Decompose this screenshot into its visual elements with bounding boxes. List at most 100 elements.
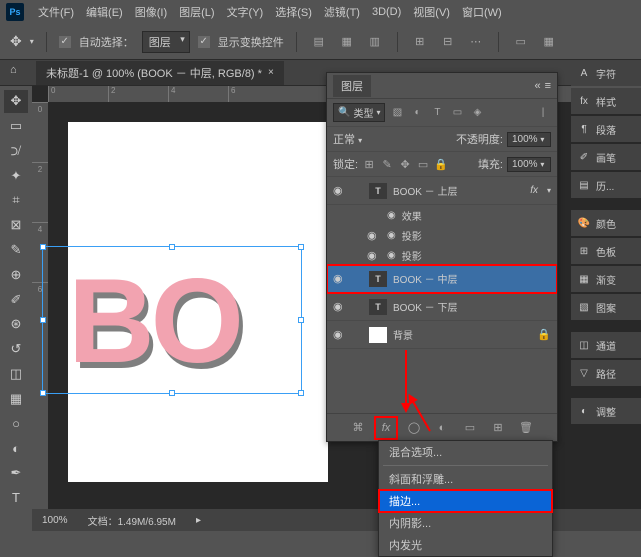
transform-bounds[interactable]	[42, 246, 302, 394]
menu-edit[interactable]: 编辑(E)	[80, 4, 129, 20]
gradient-tool[interactable]: ▦	[4, 387, 28, 410]
menu-file[interactable]: 文件(F)	[32, 4, 80, 20]
crop-tool[interactable]: ⌗	[4, 189, 28, 212]
new-layer-icon[interactable]: ⊞	[489, 419, 507, 437]
handle-sw[interactable]	[40, 390, 46, 396]
filter-smart-icon[interactable]: ◈	[469, 105, 485, 121]
show-transform-checkbox[interactable]: ✓	[198, 36, 210, 48]
visibility-icon[interactable]: ◉	[333, 300, 347, 313]
document-tab[interactable]: 未标题-1 @ 100% (BOOK － 中层, RGB/8) * ×	[36, 61, 284, 85]
panel-adjustments[interactable]: ◐调整	[571, 398, 641, 424]
handle-ne[interactable]	[298, 244, 304, 250]
panel-menu-icon[interactable]: ≡	[545, 80, 551, 92]
expand-icon[interactable]: ▾	[547, 186, 551, 195]
layer-item-background[interactable]: ◉ 背景 🔒	[327, 321, 557, 349]
lasso-tool[interactable]: ⟉	[4, 140, 28, 163]
panel-channels[interactable]: ◫通道	[571, 332, 641, 358]
dodge-tool[interactable]: ◐	[4, 437, 28, 460]
panel-styles[interactable]: fx样式	[571, 88, 641, 114]
menu-layer[interactable]: 图层(L)	[173, 4, 220, 20]
fx-inner-glow[interactable]: 内发光	[379, 534, 552, 556]
layers-panel-tab[interactable]: 图层	[333, 75, 371, 97]
handle-se[interactable]	[298, 390, 304, 396]
layer-effects-label[interactable]: ◉效果	[327, 205, 557, 225]
panel-paths[interactable]: ▽路径	[571, 360, 641, 386]
brush-tool[interactable]: ✐	[4, 288, 28, 311]
lock-all-icon[interactable]: 🔒	[434, 158, 448, 171]
menu-type[interactable]: 文字(Y)	[221, 4, 270, 20]
3d-mode-icon[interactable]: ▭	[511, 32, 531, 52]
filter-type-icon[interactable]: T	[429, 105, 445, 121]
visibility-icon[interactable]: ◉	[333, 272, 347, 285]
zoom-level[interactable]: 100%	[42, 515, 68, 526]
menu-filter[interactable]: 滤镜(T)	[318, 4, 366, 20]
layer-filter-dropdown[interactable]: 🔍 类型 ▾	[333, 103, 385, 122]
auto-select-dropdown[interactable]: 图层	[142, 31, 190, 53]
frame-tool[interactable]: ⊠	[4, 214, 28, 237]
move-tool-icon[interactable]: ✥	[10, 33, 22, 50]
distribute2-icon[interactable]: ⊟	[438, 32, 458, 52]
layer-effect-shadow1[interactable]: ◉ ◉投影	[327, 225, 557, 245]
menu-view[interactable]: 视图(V)	[407, 4, 456, 20]
move-tool[interactable]: ✥	[4, 90, 28, 113]
distribute-icon[interactable]: ⊞	[410, 32, 430, 52]
link-layers-icon[interactable]: ⌘	[349, 419, 367, 437]
panel-character[interactable]: A字符	[571, 60, 641, 86]
panel-collapse-icon[interactable]: «	[534, 80, 538, 92]
panel-swatches[interactable]: ⊞色板	[571, 238, 641, 264]
align-right-icon[interactable]: ▥	[365, 32, 385, 52]
handle-e[interactable]	[298, 317, 304, 323]
eraser-tool[interactable]: ◫	[4, 362, 28, 385]
heal-tool[interactable]: ⊕	[4, 263, 28, 286]
fx-stroke[interactable]: 描边...	[379, 490, 552, 512]
menu-3d[interactable]: 3D(D)	[366, 6, 407, 18]
layer-item-middle[interactable]: ◉ T BOOK － 中层	[327, 265, 557, 293]
add-adjust-icon[interactable]: ◐	[433, 419, 451, 437]
visibility-icon[interactable]: ◉	[333, 184, 347, 197]
blend-mode-dropdown[interactable]: 正常 ▾	[333, 131, 452, 147]
panel-brushes[interactable]: ✐画笔	[571, 144, 641, 170]
lock-artboard-icon[interactable]: ▭	[416, 158, 430, 171]
lock-position-icon[interactable]: ✥	[398, 158, 412, 171]
panel-paragraph[interactable]: ¶段落	[571, 116, 641, 142]
panel-gradients[interactable]: ▦渐变	[571, 266, 641, 292]
fill-input[interactable]: 100% ▾	[507, 157, 551, 172]
layer-item-bottom[interactable]: ◉ T BOOK － 下层	[327, 293, 557, 321]
panel-history[interactable]: ▤历...	[571, 172, 641, 198]
blur-tool[interactable]: ○	[4, 412, 28, 435]
filter-toggle-icon[interactable]: |	[535, 105, 551, 121]
menu-image[interactable]: 图像(I)	[129, 4, 173, 20]
chevron-down-icon[interactable]: ▾	[30, 37, 34, 46]
handle-w[interactable]	[40, 317, 46, 323]
visibility-icon[interactable]: ◉	[333, 328, 347, 341]
lock-pixels-icon[interactable]: ⊞	[362, 158, 376, 171]
new-group-icon[interactable]: ▭	[461, 419, 479, 437]
opacity-input[interactable]: 100% ▾	[507, 132, 551, 147]
stamp-tool[interactable]: ⊛	[4, 313, 28, 336]
layer-effect-shadow2[interactable]: ◉ ◉投影	[327, 245, 557, 265]
handle-s[interactable]	[169, 390, 175, 396]
home-icon[interactable]: ⌂	[10, 64, 17, 76]
filter-adjust-icon[interactable]: ◐	[409, 105, 425, 121]
filter-pixel-icon[interactable]: ▧	[389, 105, 405, 121]
history-brush-tool[interactable]: ↺	[4, 338, 28, 361]
doc-info-chevron-icon[interactable]: ▸	[196, 515, 201, 526]
delete-layer-icon[interactable]: 🗑	[517, 419, 535, 437]
more-icon[interactable]: ⋯	[466, 32, 486, 52]
type-tool[interactable]: T	[4, 486, 28, 509]
align-center-icon[interactable]: ▦	[337, 32, 357, 52]
layer-item-top[interactable]: ◉ T BOOK － 上层 fx ▾	[327, 177, 557, 205]
auto-select-checkbox[interactable]: ✓	[59, 36, 71, 48]
eyedropper-tool[interactable]: ✎	[4, 239, 28, 262]
add-fx-button[interactable]: fx	[377, 419, 395, 437]
align-left-icon[interactable]: ▤	[309, 32, 329, 52]
lock-paint-icon[interactable]: ✎	[380, 158, 394, 171]
add-mask-icon[interactable]: ◯	[405, 419, 423, 437]
menu-select[interactable]: 选择(S)	[269, 4, 318, 20]
qr-icon[interactable]: ▦	[539, 32, 559, 52]
visibility-icon[interactable]: ◉	[367, 229, 381, 242]
visibility-icon[interactable]: ◉	[367, 249, 381, 262]
filter-shape-icon[interactable]: ▭	[449, 105, 465, 121]
panel-patterns[interactable]: ▧图案	[571, 294, 641, 320]
menu-window[interactable]: 窗口(W)	[456, 4, 508, 20]
